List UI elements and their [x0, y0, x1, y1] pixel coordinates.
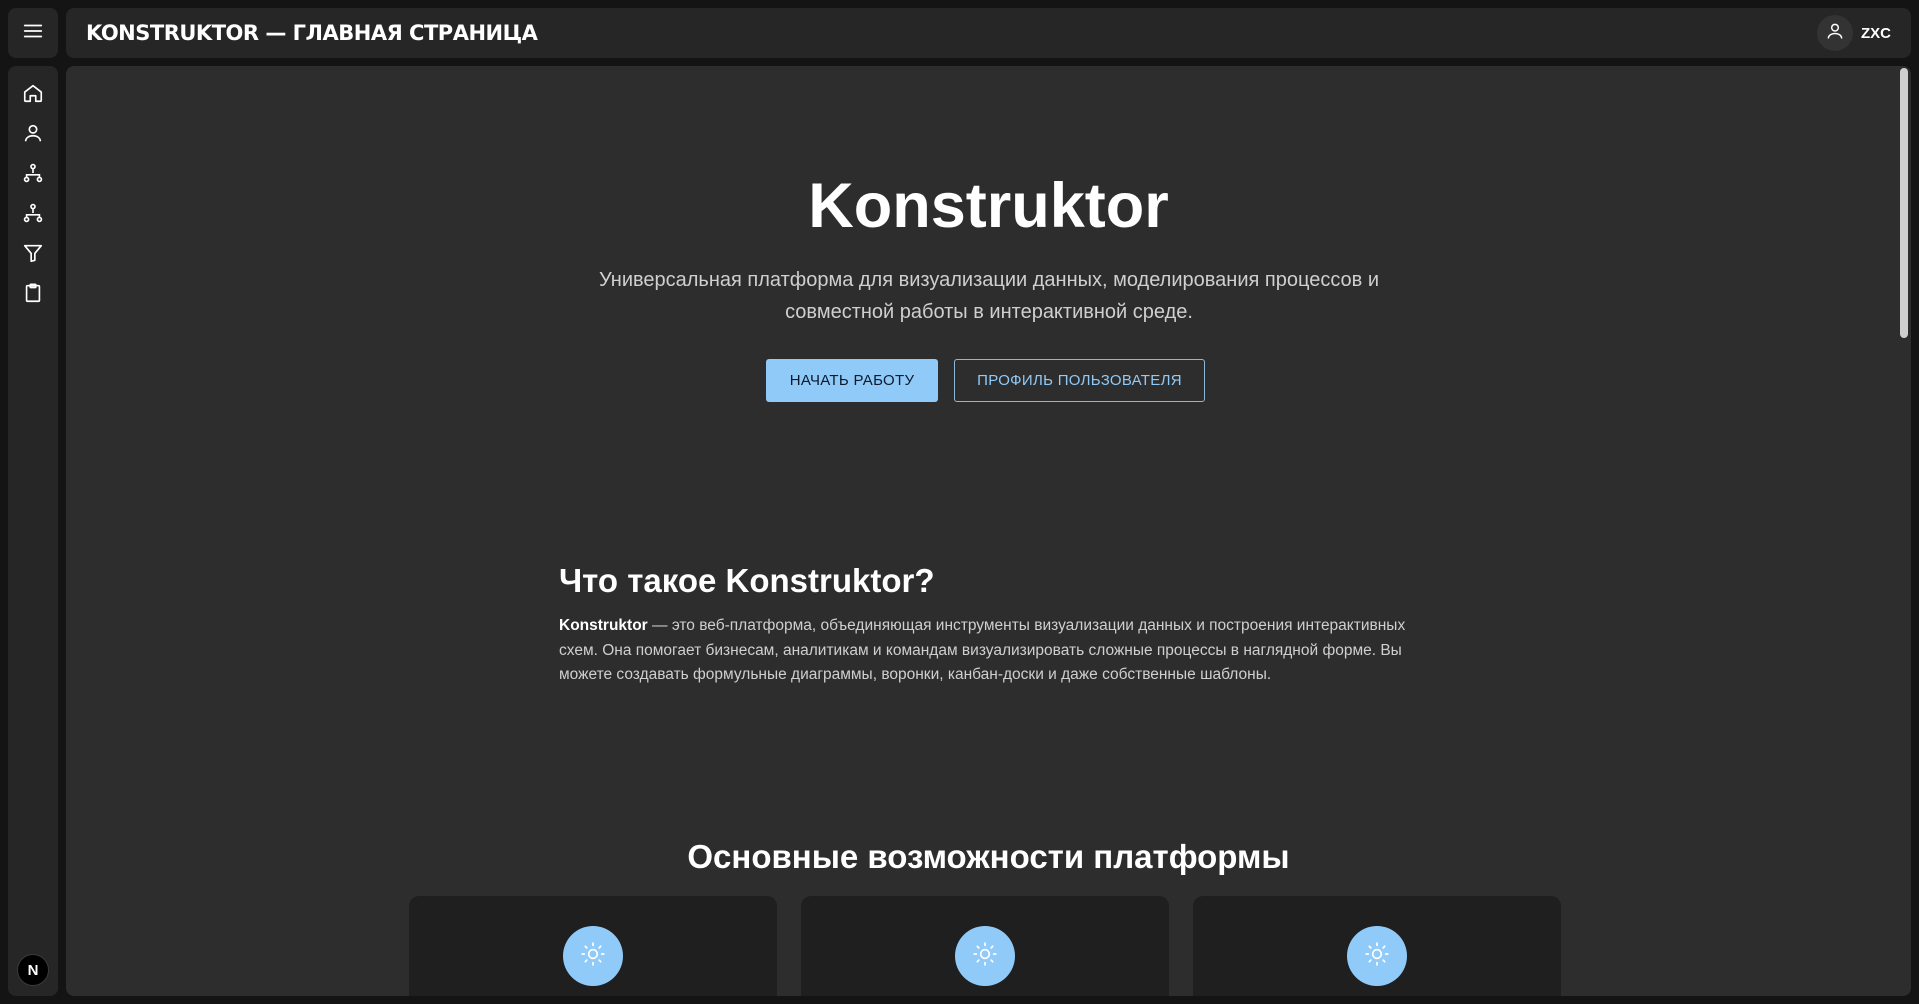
app-root: KONSTRUKTOR — ГЛАВНАЯ СТРАНИЦА ZXC N Kon… [0, 0, 1919, 1004]
user-icon [22, 122, 44, 149]
sun-icon [972, 941, 998, 972]
sidebar-item-profile[interactable] [16, 118, 50, 152]
clipboard-icon [22, 282, 44, 309]
sidebar-item-schemes[interactable] [16, 198, 50, 232]
sidebar-item-diagrams[interactable] [16, 158, 50, 192]
about-text: Konstruktor — это веб-платформа, объедин… [559, 614, 1414, 688]
feature-icon-badge [1347, 926, 1407, 986]
feature-icon-badge [563, 926, 623, 986]
about-body: — это веб-платформа, объединяющая инстру… [559, 617, 1406, 683]
sidebar-item-funnels[interactable] [16, 238, 50, 272]
hamburger-icon [22, 20, 44, 47]
avatar[interactable] [1817, 15, 1853, 51]
user-icon [1825, 21, 1845, 46]
page-title: KONSTRUKTOR — ГЛАВНАЯ СТРАНИЦА [86, 21, 538, 45]
username: ZXC [1861, 24, 1891, 42]
about-heading: Что такое Konstruktor? [559, 562, 935, 599]
sidebar-item-kanban[interactable] [16, 278, 50, 312]
menu-button[interactable] [8, 8, 58, 58]
home-icon [22, 82, 44, 109]
hierarchy-icon [22, 162, 44, 189]
hierarchy-icon [22, 202, 44, 229]
main-content[interactable]: Konstruktor Универсальная платформа для … [66, 66, 1911, 996]
sidebar: N [8, 66, 58, 996]
feature-icon-badge [955, 926, 1015, 986]
sun-icon [580, 941, 606, 972]
hero-subtitle: Универсальная платформа для визуализации… [598, 269, 1380, 323]
features-heading: Основные возможности платформы [687, 838, 1290, 875]
next-badge[interactable]: N [17, 954, 49, 986]
sun-icon [1364, 941, 1390, 972]
start-button[interactable]: Начать работу [766, 359, 938, 402]
feature-card[interactable] [801, 896, 1169, 996]
feature-card[interactable] [409, 896, 777, 996]
hero-title: Konstruktor [808, 171, 1169, 241]
user-menu[interactable]: ZXC [1817, 15, 1891, 51]
filter-icon [22, 242, 44, 269]
about-strong: Konstruktor [559, 617, 648, 634]
top-header: KONSTRUKTOR — ГЛАВНАЯ СТРАНИЦА ZXC [66, 8, 1911, 58]
profile-button[interactable]: Профиль пользователя [954, 359, 1205, 402]
sidebar-item-home[interactable] [16, 78, 50, 112]
feature-card[interactable] [1193, 896, 1561, 996]
